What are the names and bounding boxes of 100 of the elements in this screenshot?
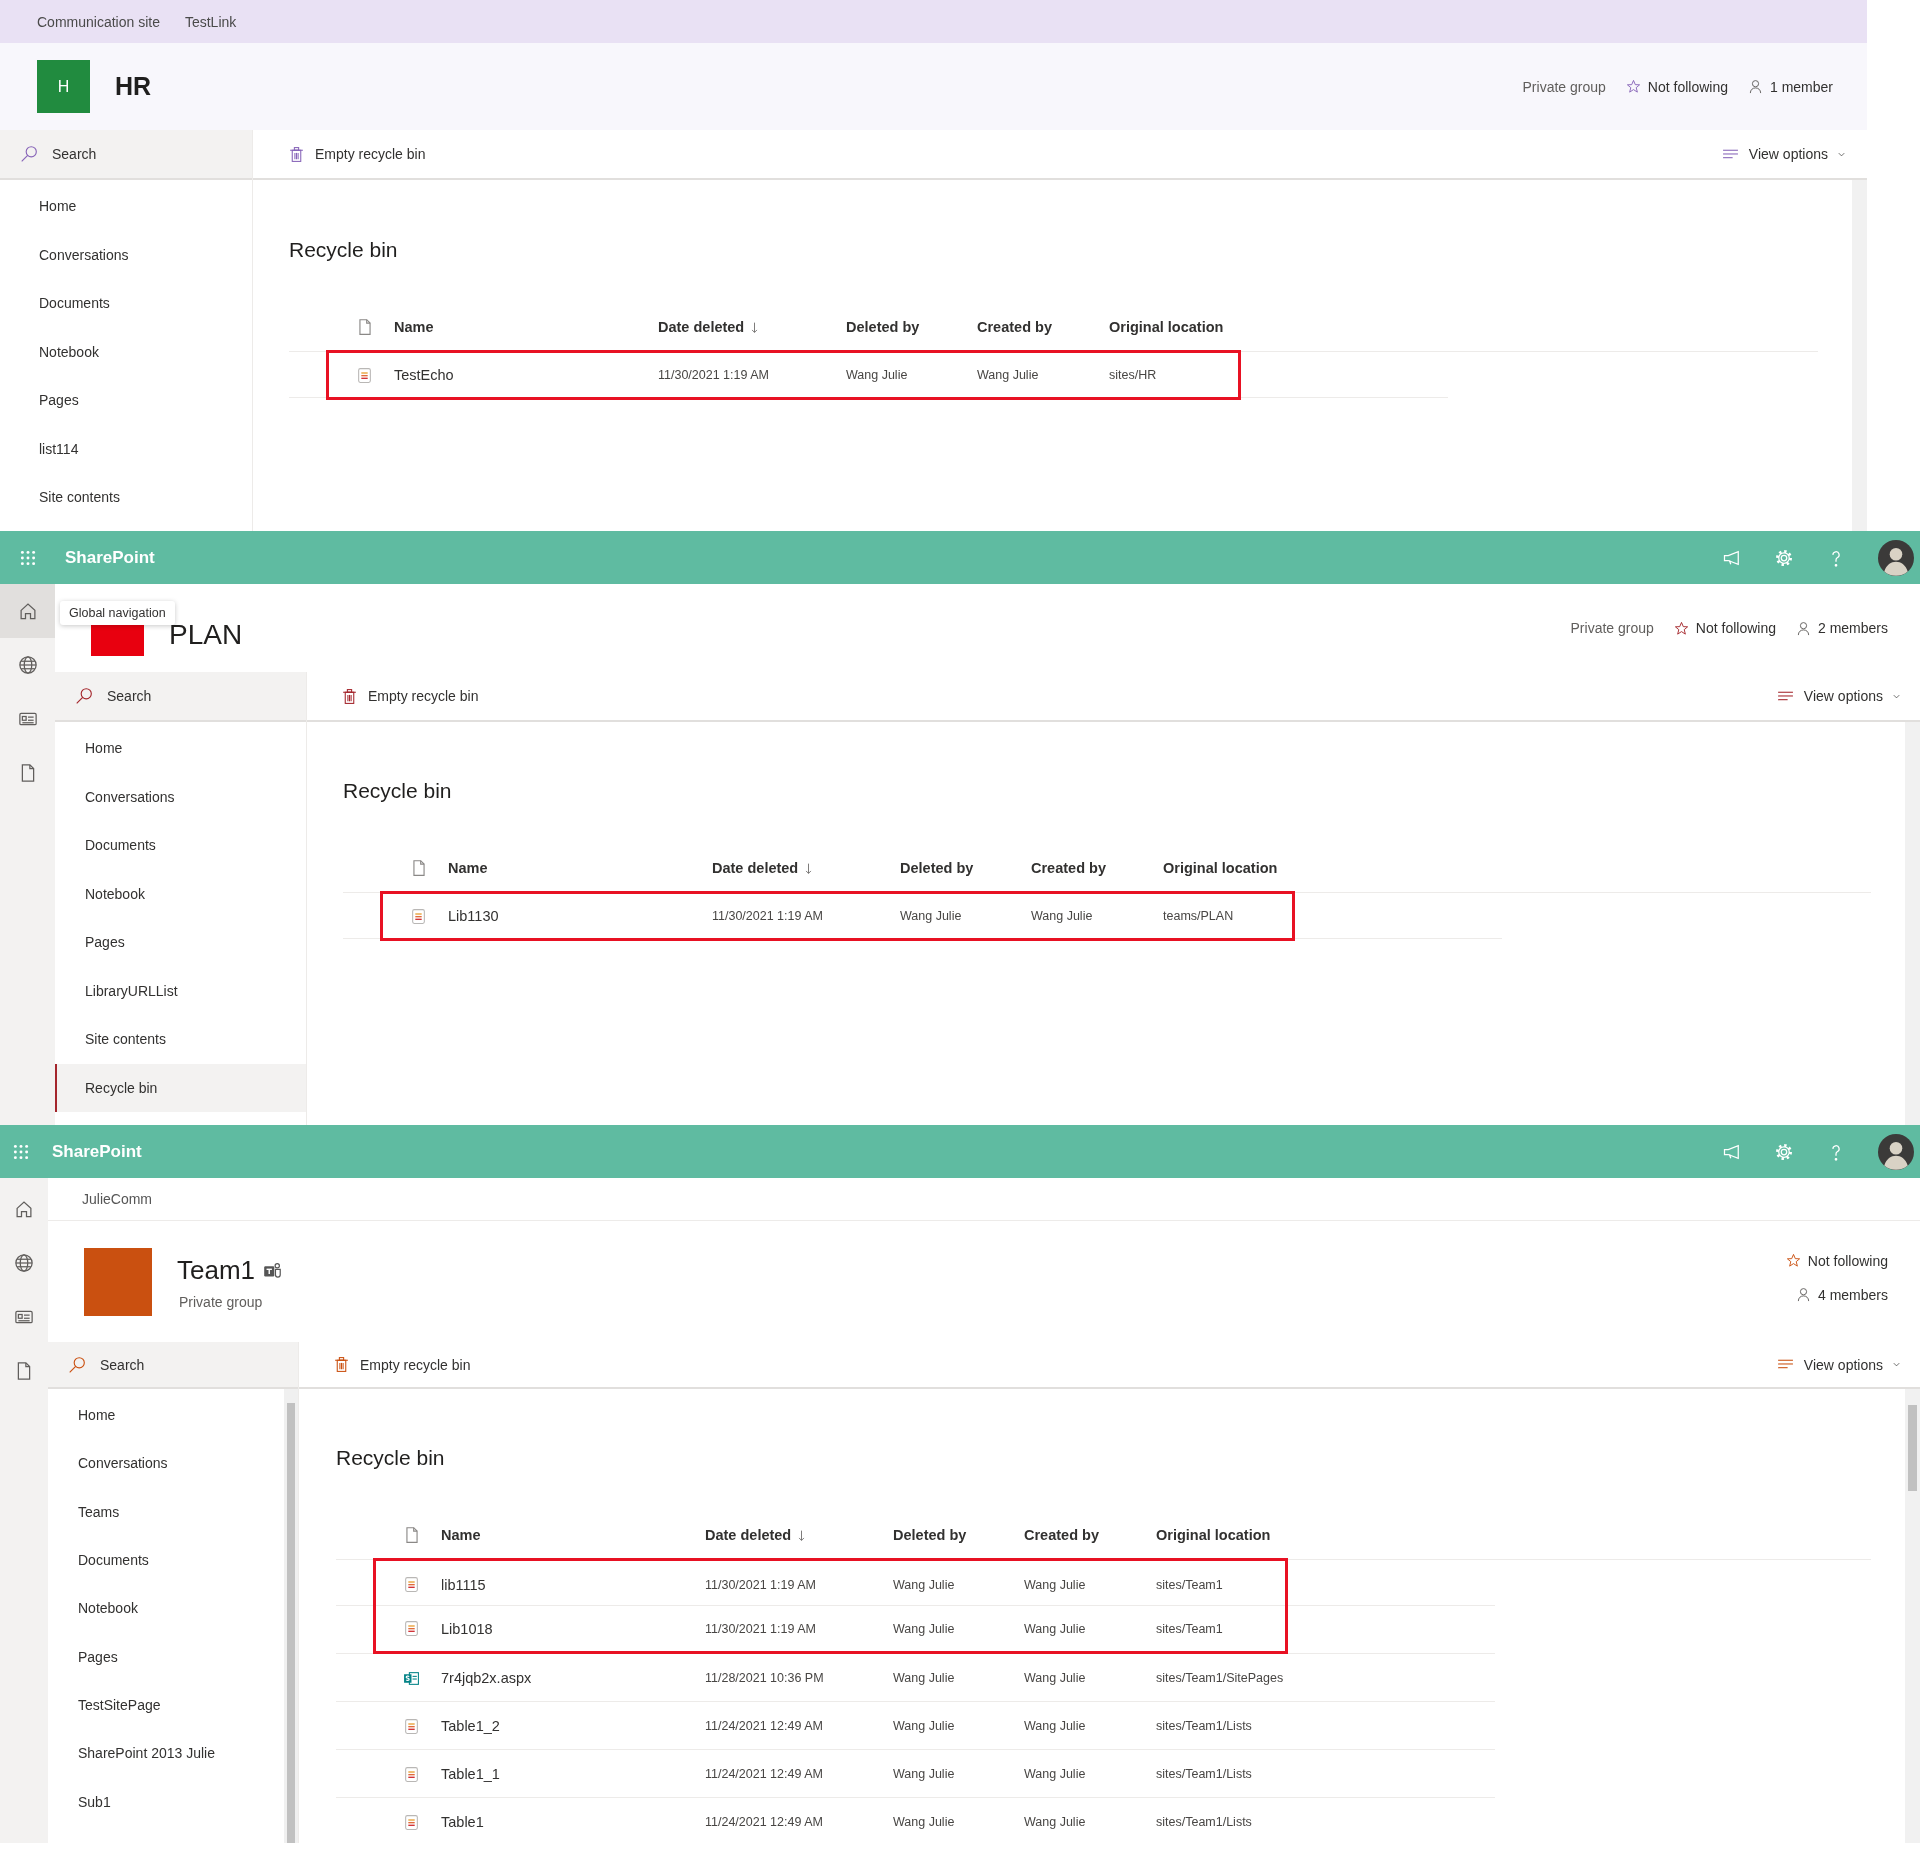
app-bar-button[interactable] bbox=[0, 584, 55, 638]
empty-recycle-bin-button[interactable]: Empty recycle bin bbox=[288, 141, 426, 167]
column-header[interactable]: Deleted by bbox=[846, 319, 920, 335]
column-header[interactable]: Name bbox=[394, 319, 434, 335]
item-name[interactable]: Lib1018 bbox=[441, 1620, 705, 1637]
nav-link[interactable]: Documents bbox=[0, 279, 252, 328]
table-cell-text: Wang Julie bbox=[893, 1815, 956, 1829]
members-button[interactable]: 2 members bbox=[1795, 620, 1888, 636]
scrollbar[interactable] bbox=[1852, 180, 1867, 531]
table-cell-text: sites/Team1/Lists bbox=[1156, 1719, 1253, 1733]
site-title[interactable]: HR bbox=[115, 72, 152, 101]
nav-link[interactable]: Pages bbox=[55, 918, 306, 967]
document-icon bbox=[403, 1526, 421, 1544]
members-button[interactable]: 4 members bbox=[1795, 1286, 1888, 1303]
column-header[interactable]: Date deleted bbox=[658, 319, 762, 335]
nav-link[interactable]: Conversations bbox=[55, 772, 306, 821]
nav-link[interactable]: Home bbox=[55, 724, 306, 773]
page-title: Recycle bin bbox=[336, 1445, 446, 1471]
nav-link[interactable]: list114 bbox=[0, 424, 252, 473]
nav-link[interactable]: Recycle bin bbox=[55, 1063, 306, 1112]
table-cell-text: sites/HR bbox=[1109, 368, 1158, 382]
column-header[interactable]: Date deleted bbox=[712, 860, 816, 876]
column-header[interactable]: Original location bbox=[1109, 319, 1224, 335]
item-name[interactable]: Table1 bbox=[441, 1814, 705, 1830]
view-options-button[interactable]: View options bbox=[1721, 141, 1847, 167]
table-row[interactable]: Table1 11/24/2021 12:49 AM Wang Julie Wang Julie sites/Team1/Lists bbox=[373, 1798, 1288, 1843]
column-header[interactable]: Deleted by bbox=[900, 860, 974, 876]
nav-link[interactable]: Conversations bbox=[48, 1439, 284, 1488]
table-cell-text: 11/30/2021 1:19 AM bbox=[705, 1621, 817, 1636]
item-name[interactable]: lib1115 bbox=[441, 1576, 705, 1593]
column-header[interactable]: Name bbox=[441, 1527, 481, 1543]
column-header[interactable]: Created by bbox=[1031, 860, 1106, 876]
item-name[interactable]: Lib1130 bbox=[448, 908, 712, 924]
search-field[interactable]: Search bbox=[107, 688, 257, 704]
column-header[interactable]: Date deleted bbox=[705, 1527, 809, 1543]
list-file-icon bbox=[410, 907, 427, 925]
column-header[interactable]: Created by bbox=[1024, 1527, 1099, 1543]
scrollbar[interactable] bbox=[1905, 1389, 1920, 1843]
scrollbar[interactable] bbox=[1905, 722, 1920, 1125]
table-cell-text: sites/Team1 bbox=[1156, 1621, 1224, 1636]
nav-link[interactable]: Teams bbox=[48, 1487, 284, 1536]
table-cell-text: teams/PLAN bbox=[1163, 909, 1235, 923]
follow-button[interactable]: Not following bbox=[1673, 620, 1776, 636]
settings-icon bbox=[1774, 1141, 1794, 1162]
nav-link[interactable]: TestSitePage bbox=[48, 1680, 284, 1730]
site-logo[interactable]: H bbox=[37, 60, 90, 113]
nav-link[interactable]: Documents bbox=[48, 1535, 284, 1585]
item-name[interactable]: Table1_2 bbox=[441, 1718, 705, 1734]
table-row[interactable]: 7r4jqb2x.aspx 11/28/2021 10:36 PM Wang Julie Wang Julie sites/Team1/SitePages bbox=[373, 1654, 1288, 1702]
site-title[interactable]: Team1 bbox=[177, 1255, 256, 1286]
column-header[interactable]: Original location bbox=[1163, 860, 1278, 876]
table-row[interactable]: Table1_1 11/24/2021 12:49 AM Wang Julie Wang Julie sites/Team1/Lists bbox=[373, 1750, 1288, 1798]
table-cell-text: 11/24/2021 12:49 AM bbox=[705, 1815, 824, 1829]
table-cell-text: Wang Julie bbox=[893, 1621, 956, 1636]
hub-link[interactable]: Communication site bbox=[37, 13, 160, 30]
table-cell-text: 11/24/2021 12:49 AM bbox=[705, 1719, 824, 1733]
scrollbar[interactable] bbox=[284, 1389, 298, 1843]
hub-link[interactable]: TestLink bbox=[184, 13, 237, 30]
item-name[interactable]: Table1_1 bbox=[441, 1766, 705, 1782]
follow-button[interactable]: Not following bbox=[1625, 78, 1728, 95]
breadcrumb-link[interactable]: JulieComm bbox=[82, 1191, 152, 1207]
table-row[interactable]: Table1_2 11/24/2021 12:49 AM Wang Julie Wang Julie sites/Team1/Lists bbox=[373, 1702, 1288, 1750]
nav-link[interactable]: Site contents bbox=[0, 473, 252, 522]
nav-link[interactable]: SharePoint 2013 Julie bbox=[48, 1729, 284, 1778]
empty-recycle-bin-button[interactable]: Empty recycle bin bbox=[341, 683, 479, 709]
table-row[interactable]: Lib1018 11/30/2021 1:19 AM Wang Julie Wang Julie sites/Team1 bbox=[373, 1606, 1288, 1654]
nav-link[interactable]: Conversations bbox=[0, 230, 252, 279]
privacy-label: Private group bbox=[1522, 78, 1606, 95]
person-icon bbox=[1795, 1287, 1811, 1302]
privacy-label: Private group bbox=[179, 1294, 264, 1310]
nav-link[interactable]: Sub1 bbox=[48, 1777, 284, 1826]
column-header[interactable]: Created by bbox=[977, 319, 1052, 335]
nav-link[interactable]: Notebook bbox=[55, 869, 306, 918]
search-field[interactable]: Search bbox=[52, 146, 202, 162]
item-name[interactable]: TestEcho bbox=[394, 367, 658, 383]
nav-link[interactable]: Documents bbox=[55, 821, 306, 870]
nav-link[interactable]: LibraryURLList bbox=[55, 966, 306, 1015]
column-header[interactable]: Deleted by bbox=[893, 1527, 967, 1543]
column-header[interactable]: Original location bbox=[1156, 1527, 1271, 1543]
item-name[interactable]: 7r4jqb2x.aspx bbox=[441, 1670, 705, 1686]
column-header[interactable]: Name bbox=[448, 860, 488, 876]
document-icon bbox=[356, 318, 374, 336]
nav-link[interactable]: Notebook bbox=[48, 1584, 284, 1633]
nav-link[interactable]: Pages bbox=[48, 1632, 284, 1681]
table-row[interactable]: TestEcho 11/30/2021 1:19 AM Wang Julie Wang Julie sites/HR bbox=[326, 350, 1241, 400]
person-icon bbox=[1747, 79, 1763, 94]
empty-recycle-bin-button[interactable]: Empty recycle bin bbox=[333, 1352, 471, 1377]
nav-link[interactable]: Pages bbox=[0, 376, 252, 425]
members-button[interactable]: 1 member bbox=[1747, 78, 1833, 95]
table-row[interactable]: Lib1130 11/30/2021 1:19 AM Wang Julie Wang Julie teams/PLAN bbox=[380, 891, 1295, 941]
view-options-button[interactable]: View options bbox=[1776, 1352, 1902, 1377]
nav-link[interactable]: Home bbox=[0, 182, 252, 231]
nav-link[interactable]: Site contents bbox=[55, 1015, 306, 1064]
nav-link[interactable]: Notebook bbox=[0, 327, 252, 376]
view-options-button[interactable]: View options bbox=[1776, 683, 1902, 709]
follow-button[interactable]: Not following bbox=[1785, 1252, 1888, 1269]
table-row[interactable]: lib1115 11/30/2021 1:19 AM Wang Julie Wang Julie sites/Team1 bbox=[373, 1558, 1288, 1608]
settings-icon bbox=[1774, 547, 1794, 568]
search-icon bbox=[20, 145, 38, 163]
nav-link[interactable]: Home bbox=[48, 1391, 284, 1440]
